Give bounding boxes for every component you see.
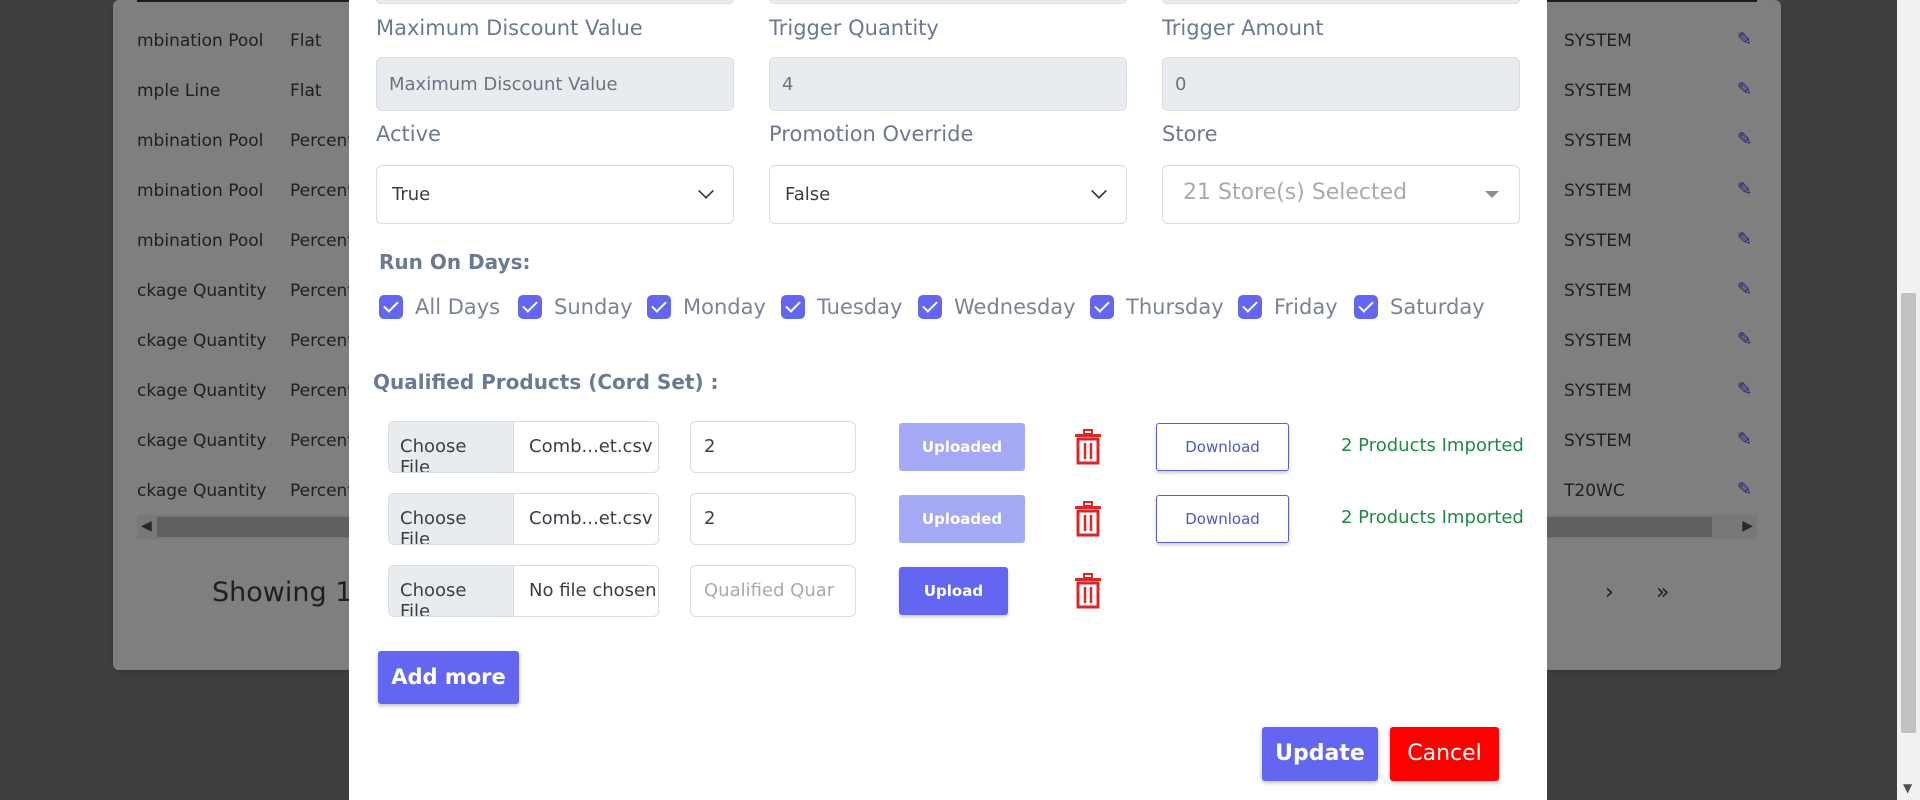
checkbox-checked-icon[interactable] bbox=[1354, 295, 1378, 319]
edit-promotion-modal: Maximum Discount Value Trigger Quantity … bbox=[349, 0, 1547, 800]
checkbox-checked-icon[interactable] bbox=[918, 295, 942, 319]
max-discount-input[interactable]: Maximum Discount Value bbox=[376, 57, 734, 111]
checkbox-checked-icon[interactable] bbox=[518, 295, 542, 319]
import-status: 2 Products Imported bbox=[1341, 435, 1524, 456]
day-label: Sunday bbox=[554, 295, 633, 319]
trash-icon[interactable] bbox=[1072, 573, 1104, 609]
import-status: 2 Products Imported bbox=[1341, 507, 1524, 528]
upload-button[interactable]: Upload bbox=[899, 567, 1008, 615]
checkbox-checked-icon[interactable] bbox=[647, 295, 671, 319]
qualified-quantity-input[interactable]: 2 bbox=[690, 493, 856, 545]
download-button[interactable]: Download bbox=[1156, 423, 1289, 471]
file-name: Comb...et.csv bbox=[529, 508, 653, 529]
promotion-override-value: False bbox=[785, 184, 831, 205]
previous-field-edge bbox=[1162, 0, 1520, 4]
day-label: Wednesday bbox=[954, 295, 1076, 319]
day-label: Friday bbox=[1274, 295, 1338, 319]
file-input[interactable]: Choose File Comb...et.csv bbox=[388, 421, 659, 473]
day-label: Thursday bbox=[1126, 295, 1224, 319]
active-label: Active bbox=[376, 122, 441, 146]
checkbox-checked-icon[interactable] bbox=[1090, 295, 1114, 319]
previous-field-edge bbox=[376, 0, 734, 4]
checkbox-checked-icon[interactable] bbox=[379, 295, 403, 319]
active-select[interactable]: True bbox=[376, 165, 734, 224]
trigger-quantity-input[interactable]: 4 bbox=[769, 57, 1127, 111]
checkbox-checked-icon[interactable] bbox=[1238, 295, 1262, 319]
qualified-quantity-input[interactable]: Qualified Quar bbox=[690, 565, 856, 617]
day-label: All Days bbox=[415, 295, 501, 319]
active-select-value: True bbox=[392, 184, 431, 205]
add-more-button[interactable]: Add more bbox=[378, 651, 519, 704]
store-multiselect-value: 21 Store(s) Selected bbox=[1183, 180, 1408, 205]
trash-icon[interactable] bbox=[1072, 429, 1104, 465]
window-scrollbar-thumb[interactable] bbox=[1901, 293, 1916, 733]
update-button[interactable]: Update bbox=[1262, 727, 1378, 781]
scroll-down-icon[interactable]: ▼ bbox=[1903, 781, 1912, 795]
chevron-down-icon bbox=[698, 183, 714, 199]
file-input[interactable]: Choose File Comb...et.csv bbox=[388, 493, 659, 545]
day-label: Monday bbox=[683, 295, 766, 319]
checkbox-checked-icon[interactable] bbox=[781, 295, 805, 319]
promotion-override-label: Promotion Override bbox=[769, 122, 974, 146]
caret-down-icon bbox=[1485, 191, 1499, 198]
qualified-quantity-input[interactable]: 2 bbox=[690, 421, 856, 473]
day-label: Saturday bbox=[1390, 295, 1485, 319]
window-scrollbar[interactable]: ▼ bbox=[1897, 0, 1920, 800]
qualified-products-title: Qualified Products (Cord Set) : bbox=[373, 370, 719, 394]
store-label: Store bbox=[1162, 122, 1218, 146]
cancel-button[interactable]: Cancel bbox=[1390, 727, 1499, 781]
file-name: No file chosen bbox=[529, 580, 657, 601]
file-input[interactable]: Choose File No file chosen bbox=[388, 565, 659, 617]
choose-file-button[interactable]: Choose File bbox=[389, 566, 514, 616]
trigger-quantity-label: Trigger Quantity bbox=[769, 16, 939, 40]
trigger-amount-label: Trigger Amount bbox=[1162, 16, 1324, 40]
trigger-amount-input[interactable]: 0 bbox=[1162, 57, 1520, 111]
previous-field-edge bbox=[769, 0, 1127, 4]
file-name: Comb...et.csv bbox=[529, 436, 653, 457]
trash-icon[interactable] bbox=[1072, 501, 1104, 537]
choose-file-button[interactable]: Choose File bbox=[389, 422, 514, 472]
uploaded-button[interactable]: Uploaded bbox=[899, 423, 1025, 471]
choose-file-button[interactable]: Choose File bbox=[389, 494, 514, 544]
uploaded-button[interactable]: Uploaded bbox=[899, 495, 1025, 543]
run-on-days-title: Run On Days: bbox=[379, 250, 531, 274]
max-discount-label: Maximum Discount Value bbox=[376, 16, 643, 40]
day-label: Tuesday bbox=[817, 295, 903, 319]
store-multiselect[interactable]: 21 Store(s) Selected bbox=[1162, 165, 1520, 224]
chevron-down-icon bbox=[1091, 183, 1107, 199]
promotion-override-select[interactable]: False bbox=[769, 165, 1127, 224]
download-button[interactable]: Download bbox=[1156, 495, 1289, 543]
